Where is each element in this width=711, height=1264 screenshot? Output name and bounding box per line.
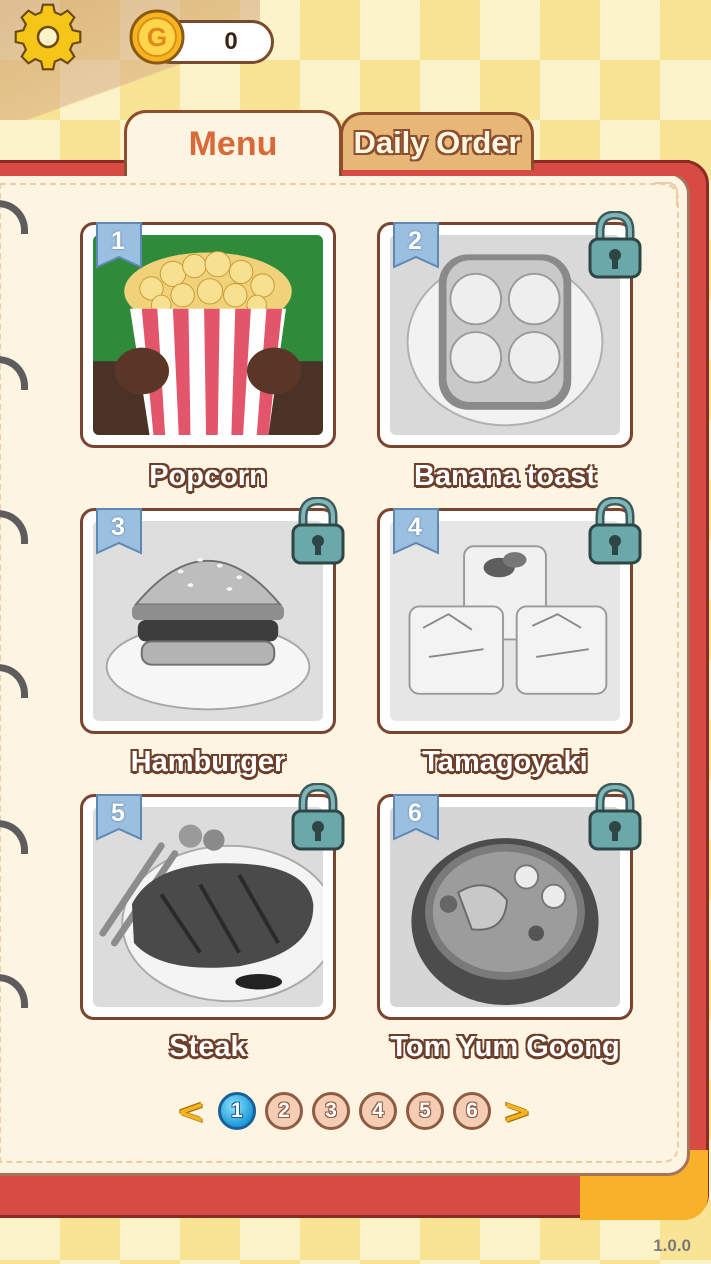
dish-card-tamagoyaki[interactable]: 4 bbox=[377, 496, 642, 734]
dish-number-badge: 1 bbox=[95, 221, 147, 271]
dish-number-badge: 5 bbox=[95, 793, 147, 843]
pagination: < 1 2 3 4 5 6 > bbox=[176, 1090, 536, 1134]
lock-icon bbox=[586, 496, 644, 567]
coin-count: 0 bbox=[224, 28, 238, 55]
dish-number-badge: 6 bbox=[392, 793, 444, 843]
page-button-1[interactable]: 1 bbox=[218, 1092, 256, 1130]
dish-name: Hamburger bbox=[130, 746, 286, 778]
page-button-2[interactable]: 2 bbox=[265, 1092, 303, 1130]
page-button-5[interactable]: 5 bbox=[406, 1092, 444, 1130]
lock-icon bbox=[289, 496, 347, 567]
gear-icon bbox=[14, 3, 82, 71]
page-button-6[interactable]: 6 bbox=[453, 1092, 491, 1130]
dish-name: Tamagoyaki bbox=[422, 746, 588, 778]
lock-icon bbox=[289, 782, 347, 853]
dish-number-badge: 2 bbox=[392, 221, 444, 271]
coin-letter: G bbox=[147, 22, 167, 52]
gold-coin-icon: G bbox=[128, 8, 186, 66]
settings-button[interactable] bbox=[12, 2, 84, 74]
prev-page-button[interactable]: < bbox=[176, 1094, 206, 1130]
dish-name: Popcorn bbox=[149, 460, 267, 492]
dish-name: Steak bbox=[169, 1031, 247, 1063]
dish-card-tom-yum-goong[interactable]: 6 bbox=[377, 782, 642, 1020]
dish-card-steak[interactable]: 5 bbox=[80, 782, 345, 1020]
tab-daily-order-label: Daily Order bbox=[353, 124, 521, 160]
dish-number-badge: 4 bbox=[392, 507, 444, 557]
tab-menu[interactable]: Menu bbox=[124, 110, 342, 176]
page-corner-decoration bbox=[654, 182, 678, 206]
page-button-4[interactable]: 4 bbox=[359, 1092, 397, 1130]
tab-menu-label: Menu bbox=[188, 125, 278, 163]
next-page-button[interactable]: > bbox=[502, 1094, 532, 1130]
dish-name: Tom Yum Goong bbox=[390, 1031, 620, 1063]
version-label: 1.0.0 bbox=[653, 1236, 691, 1255]
dish-card-popcorn[interactable]: 1 bbox=[80, 222, 336, 448]
lock-icon bbox=[586, 210, 644, 281]
tab-daily-order[interactable]: Daily Order bbox=[340, 112, 534, 170]
page-button-3[interactable]: 3 bbox=[312, 1092, 350, 1130]
dish-number-badge: 3 bbox=[95, 507, 147, 557]
dish-card-banana-toast[interactable]: 2 bbox=[377, 210, 642, 448]
dish-card-hamburger[interactable]: 3 bbox=[80, 496, 345, 734]
lock-icon bbox=[586, 782, 644, 853]
dish-name: Banana toast bbox=[413, 460, 597, 492]
